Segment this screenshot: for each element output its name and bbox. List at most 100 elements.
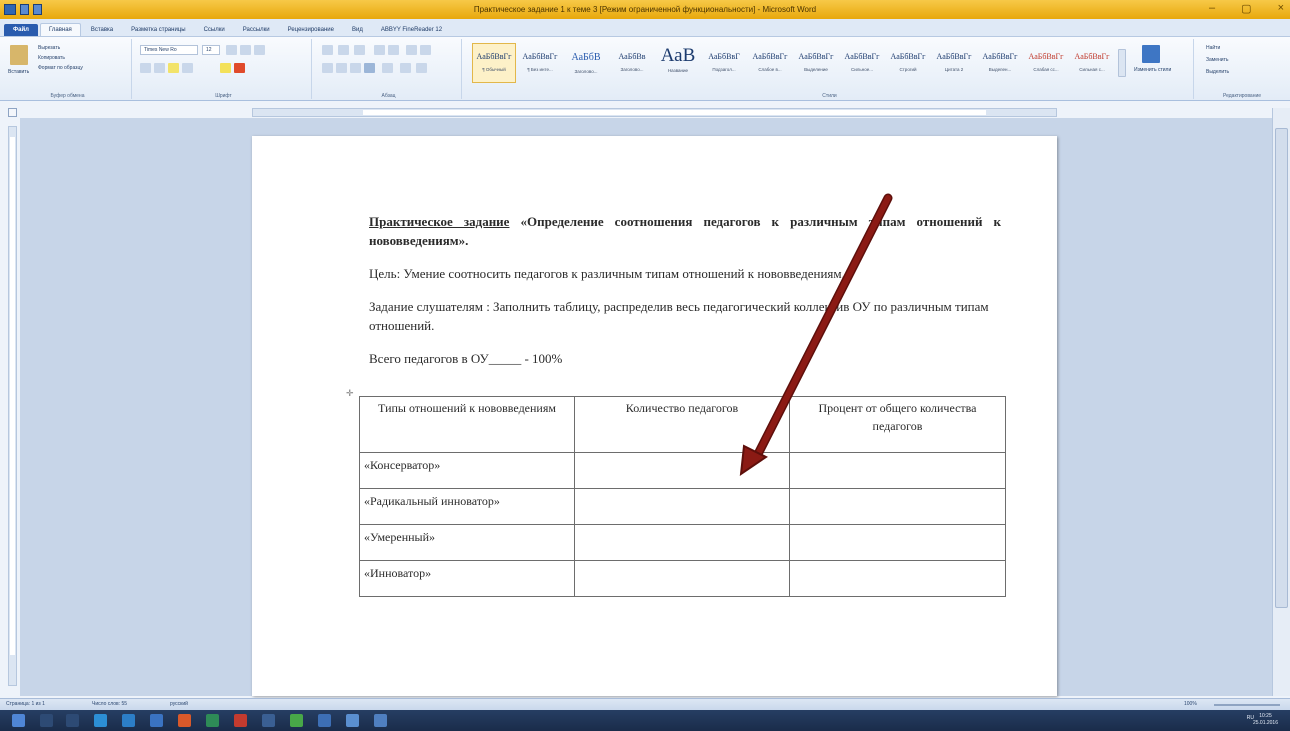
zoom-level[interactable]: 100% — [1184, 701, 1197, 707]
styles-scroll-icon[interactable] — [1118, 49, 1126, 77]
style-emphasis[interactable]: АаБбВвГг Выделение — [794, 43, 838, 83]
minimize-button[interactable]: – — [1209, 2, 1215, 15]
distribution-table[interactable]: Типы отношений к нововведениям Количеств… — [359, 396, 1006, 597]
excel-icon[interactable] — [206, 714, 219, 727]
document-page[interactable]: Практическое задание «Определение соотно… — [252, 136, 1057, 696]
tab-review[interactable]: Рецензирование — [280, 24, 342, 36]
style-normal[interactable]: АаБбВвГг ¶ Обычный — [472, 43, 516, 83]
tab-view[interactable]: Вид — [344, 24, 371, 36]
style-title[interactable]: АаВ Название — [656, 43, 700, 83]
table-cell[interactable] — [574, 560, 790, 597]
table-cell[interactable]: «Радикальный инноватор» — [359, 488, 575, 525]
system-clock[interactable]: 10:25 25.01.2016 — [1253, 713, 1278, 727]
style-intense-quote[interactable]: АаБбВвГг Выделен... — [978, 43, 1022, 83]
tab-file[interactable]: Файл — [4, 24, 38, 36]
copy-button[interactable]: Копировать — [38, 55, 65, 61]
font-size-select[interactable]: 12 — [202, 45, 220, 55]
table-cell[interactable]: «Инноватор» — [359, 560, 575, 597]
decrease-indent-icon[interactable] — [374, 45, 385, 55]
grow-font-icon[interactable] — [226, 45, 237, 55]
tab-mailings[interactable]: Рассылки — [235, 24, 278, 36]
chrome-icon[interactable] — [290, 714, 303, 727]
table-cell[interactable] — [789, 560, 1006, 597]
font-color-icon[interactable] — [234, 63, 245, 73]
style-subtle-reference[interactable]: АаБбВвГг Слабая сс... — [1024, 43, 1068, 83]
show-marks-icon[interactable] — [420, 45, 431, 55]
cut-button[interactable]: Вырезать — [38, 45, 60, 51]
tab-abbyy[interactable]: ABBYY FineReader 12 — [373, 24, 450, 36]
edge-icon[interactable] — [94, 714, 107, 727]
sort-icon[interactable] — [406, 45, 417, 55]
document-body[interactable]: Практическое задание «Определение соотно… — [369, 212, 1001, 368]
style-subtle-emphasis[interactable]: АаБбВвГг Слабое в... — [748, 43, 792, 83]
multilevel-list-icon[interactable] — [354, 45, 365, 55]
scrollbar-thumb[interactable] — [1275, 128, 1288, 608]
media-icon[interactable] — [178, 714, 191, 727]
table-cell[interactable] — [574, 452, 790, 489]
zoom-slider[interactable] — [1214, 704, 1280, 706]
shading-icon[interactable] — [400, 63, 411, 73]
underline-icon[interactable] — [168, 63, 179, 73]
start-icon[interactable] — [12, 714, 25, 727]
style-intense-reference[interactable]: АаБбВвГг Сильная с... — [1070, 43, 1114, 83]
vertical-scrollbar[interactable] — [1272, 108, 1290, 696]
style-intense-emphasis[interactable]: АаБбВвГг Сильное... — [840, 43, 884, 83]
style-heading-2[interactable]: АаБбВв Заголово... — [610, 43, 654, 83]
horizontal-ruler[interactable] — [252, 108, 1057, 117]
style-strong[interactable]: АаБбВвГг Строгий — [886, 43, 930, 83]
format-painter-button[interactable]: Формат по образцу — [38, 65, 83, 71]
table-header-cell[interactable]: Типы отношений к нововведениям — [359, 396, 575, 453]
page-count[interactable]: Страница: 1 из 1 — [6, 701, 45, 707]
tab-references[interactable]: Ссылки — [196, 24, 233, 36]
table-cell[interactable] — [789, 488, 1006, 525]
style-no-spacing[interactable]: АаБбВвГг ¶ Без инте... — [518, 43, 562, 83]
search-icon[interactable] — [40, 714, 53, 727]
explorer-icon[interactable] — [346, 714, 359, 727]
table-cell[interactable] — [789, 452, 1006, 489]
style-quote-2[interactable]: АаБбВвГг Цитата 2 — [932, 43, 976, 83]
close-button[interactable]: × — [1278, 2, 1284, 15]
table-header-cell[interactable]: Процент от общего количества педагогов — [789, 396, 1006, 453]
replace-button[interactable]: Заменить — [1206, 57, 1228, 63]
table-cell[interactable]: «Консерватор» — [359, 452, 575, 489]
select-button[interactable]: Выделить — [1206, 69, 1229, 75]
style-heading-1[interactable]: АаБбВ Заголово... — [564, 43, 608, 83]
maximize-button[interactable]: ▢ — [1241, 2, 1251, 15]
tab-insert[interactable]: Вставка — [83, 24, 121, 36]
table-move-handle[interactable]: ✛ — [346, 388, 354, 399]
borders-icon[interactable] — [416, 63, 427, 73]
powerpoint-icon[interactable] — [234, 714, 247, 727]
strikethrough-icon[interactable] — [182, 63, 193, 73]
table-cell[interactable] — [574, 488, 790, 525]
line-spacing-icon[interactable] — [382, 63, 393, 73]
photoshop-icon[interactable] — [122, 714, 135, 727]
word-count[interactable]: Число слов: 55 — [92, 701, 127, 707]
bullets-icon[interactable] — [322, 45, 333, 55]
change-styles-icon[interactable] — [1142, 45, 1160, 63]
tab-page-layout[interactable]: Разметка страницы — [123, 24, 193, 36]
shrink-font-icon[interactable] — [240, 45, 251, 55]
justify-icon[interactable] — [364, 63, 375, 73]
language-indicator[interactable]: русский — [170, 701, 188, 707]
paste-icon[interactable] — [10, 45, 28, 65]
change-styles-button[interactable]: Изменить стили — [1134, 67, 1171, 73]
increase-indent-icon[interactable] — [388, 45, 399, 55]
table-header-cell[interactable]: Количество педагогов — [574, 396, 790, 453]
task-view-icon[interactable] — [66, 714, 79, 727]
tab-home[interactable]: Главная — [39, 23, 81, 36]
highlight-icon[interactable] — [220, 63, 231, 73]
align-center-icon[interactable] — [336, 63, 347, 73]
align-right-icon[interactable] — [350, 63, 361, 73]
font-family-select[interactable]: Times New Ro — [140, 45, 198, 55]
italic-icon[interactable] — [154, 63, 165, 73]
word-icon[interactable] — [150, 714, 163, 727]
vertical-ruler[interactable] — [8, 126, 17, 686]
table-cell[interactable]: «Умеренный» — [359, 524, 575, 561]
find-button[interactable]: Найти — [1206, 45, 1220, 51]
paste-button[interactable]: Вставить — [8, 69, 29, 75]
change-case-icon[interactable] — [254, 45, 265, 55]
numbering-icon[interactable] — [338, 45, 349, 55]
style-subtitle[interactable]: АаБбВвГ Подзагол... — [702, 43, 746, 83]
word-active-icon[interactable] — [374, 714, 387, 727]
tab-selector[interactable] — [8, 108, 17, 117]
